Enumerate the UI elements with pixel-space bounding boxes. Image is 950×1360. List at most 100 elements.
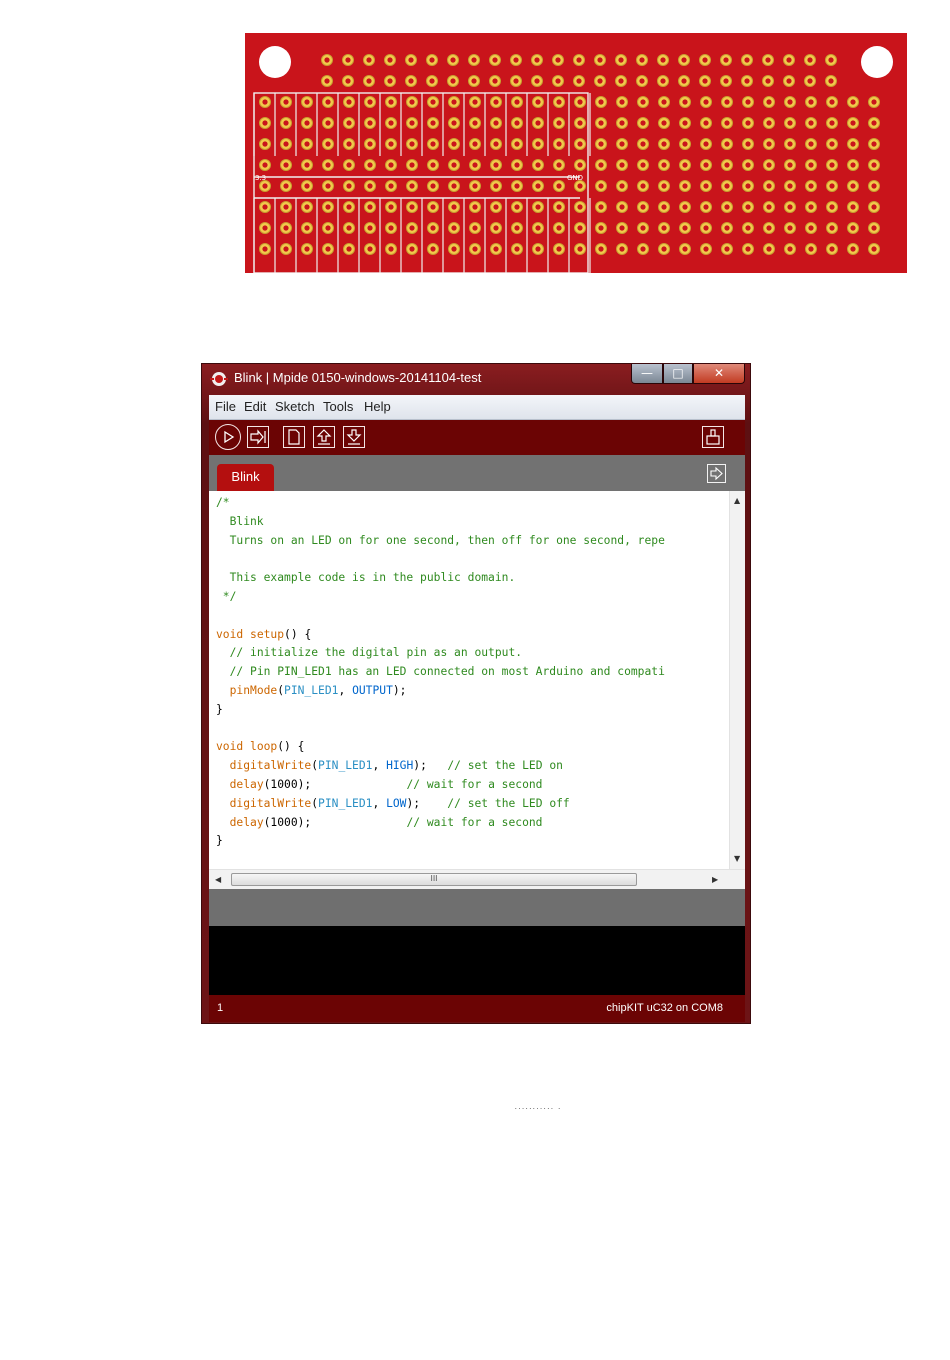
code-line[interactable]: delay(1000); // wait for a second — [216, 814, 726, 833]
pcb-hole-center — [388, 204, 394, 210]
pcb-hole-center — [388, 246, 394, 252]
menu-tools[interactable]: Tools — [323, 399, 353, 414]
pcb-hole-center — [828, 78, 834, 84]
pcb-hole-center — [640, 204, 646, 210]
pcb-hole-center — [304, 183, 310, 189]
tab-menu-button[interactable] — [707, 464, 726, 483]
code-line[interactable]: void setup() { — [216, 626, 726, 645]
horizontal-scroll-thumb[interactable]: III — [231, 873, 637, 886]
pcb-hole-center — [408, 57, 414, 63]
upload-button[interactable] — [247, 426, 269, 448]
pcb-hole-center — [535, 141, 541, 147]
scroll-left-icon[interactable]: ◀ — [215, 875, 221, 884]
pcb-hole-center — [661, 120, 667, 126]
pcb-hole-center — [471, 57, 477, 63]
pcb-hole-center — [724, 183, 730, 189]
code-line[interactable]: } — [216, 832, 726, 851]
ide-window: Blink | Mpide 0150-windows-20141104-test… — [201, 363, 751, 1024]
pcb-hole-center — [472, 120, 478, 126]
code-line[interactable]: pinMode(PIN_LED1, OUTPUT); — [216, 682, 726, 701]
code-line[interactable] — [216, 607, 726, 626]
pcb-hole-center — [514, 246, 520, 252]
menu-help[interactable]: Help — [364, 399, 391, 414]
scroll-right-icon[interactable]: ▶ — [712, 875, 718, 884]
new-button[interactable] — [283, 426, 305, 448]
pcb-hole-center — [703, 183, 709, 189]
console-output[interactable] — [209, 926, 745, 995]
new-icon — [288, 429, 300, 445]
pcb-hole-center — [660, 78, 666, 84]
code-line[interactable]: */ — [216, 588, 726, 607]
pcb-hole-center — [829, 99, 835, 105]
menu-edit[interactable]: Edit — [244, 399, 266, 414]
open-icon — [316, 429, 332, 445]
close-button[interactable]: ✕ — [693, 364, 745, 384]
pcb-hole-center — [682, 120, 688, 126]
title-bar[interactable]: Blink | Mpide 0150-windows-20141104-test… — [202, 364, 750, 394]
pcb-hole-center — [745, 120, 751, 126]
pcb-hole-center — [430, 120, 436, 126]
pcb-hole-center — [577, 120, 583, 126]
maximize-button[interactable]: □ — [663, 364, 693, 384]
code-line[interactable]: Turns on an LED on for one second, then … — [216, 532, 726, 551]
pcb-hole-center — [325, 183, 331, 189]
pcb-hole-center — [640, 246, 646, 252]
open-button[interactable] — [313, 426, 335, 448]
pcb-hole-center — [703, 141, 709, 147]
pcb-hole-center — [682, 204, 688, 210]
save-button[interactable] — [343, 426, 365, 448]
pcb-hole-center — [703, 204, 709, 210]
serial-monitor-button[interactable] — [702, 426, 724, 448]
menu-sketch[interactable]: Sketch — [275, 399, 315, 414]
code-line[interactable]: } — [216, 701, 726, 720]
pcb-hole-center — [577, 204, 583, 210]
code-line[interactable] — [216, 550, 726, 569]
pcb-hole-center — [262, 120, 268, 126]
code-line[interactable]: // initialize the digital pin as an outp… — [216, 644, 726, 663]
pcb-hole-center — [640, 99, 646, 105]
pcb-hole-center — [577, 141, 583, 147]
code-line[interactable]: This example code is in the public domai… — [216, 569, 726, 588]
pcb-hole-center — [283, 141, 289, 147]
pcb-hole-center — [325, 204, 331, 210]
pcb-hole-center — [808, 225, 814, 231]
code-text[interactable]: /* Blink Turns on an LED on for one seco… — [216, 494, 726, 870]
app-logo-icon — [210, 372, 228, 386]
pcb-hole-center — [514, 120, 520, 126]
pcb-hole-center — [472, 99, 478, 105]
pcb-hole-center — [556, 183, 562, 189]
pcb-hole-center — [724, 162, 730, 168]
pcb-hole-center — [367, 204, 373, 210]
pcb-hole-center — [724, 141, 730, 147]
code-line[interactable]: // Pin PIN_LED1 has an LED connected on … — [216, 663, 726, 682]
pcb-hole-center — [787, 120, 793, 126]
tab-blink[interactable]: Blink — [217, 464, 274, 491]
pcb-hole-center — [535, 120, 541, 126]
pcb-hole-center — [766, 141, 772, 147]
scroll-up-icon[interactable]: ▲ — [734, 496, 740, 505]
pcb-hole-center — [556, 141, 562, 147]
code-line[interactable] — [216, 720, 726, 739]
window-title: Blink | Mpide 0150-windows-20141104-test — [234, 370, 482, 385]
code-line[interactable]: digitalWrite(PIN_LED1, LOW); // set the … — [216, 795, 726, 814]
scroll-down-icon[interactable]: ▼ — [734, 854, 740, 863]
code-line[interactable]: delay(1000); // wait for a second — [216, 776, 726, 795]
pcb-hole-center — [577, 183, 583, 189]
menu-file[interactable]: File — [215, 399, 236, 414]
code-line[interactable]: void loop() { — [216, 738, 726, 757]
pcb-hole-center — [535, 99, 541, 105]
pcb-hole-center — [766, 204, 772, 210]
code-line[interactable]: /* — [216, 494, 726, 513]
horizontal-scrollbar[interactable]: ◀ III ▶ — [209, 869, 745, 889]
pcb-hole-center — [514, 225, 520, 231]
verify-button[interactable] — [215, 424, 241, 450]
pcb-hole-center — [703, 162, 709, 168]
pcb-hole-center — [262, 141, 268, 147]
pcb-hole-center — [388, 99, 394, 105]
pcb-hole-center — [808, 99, 814, 105]
minimize-button[interactable]: — — [631, 364, 663, 384]
code-line[interactable]: digitalWrite(PIN_LED1, HIGH); // set the… — [216, 757, 726, 776]
code-line[interactable]: Blink — [216, 513, 726, 532]
vertical-scrollbar[interactable]: ▲ ▼ — [729, 491, 745, 869]
code-editor[interactable]: /* Blink Turns on an LED on for one seco… — [209, 491, 745, 889]
